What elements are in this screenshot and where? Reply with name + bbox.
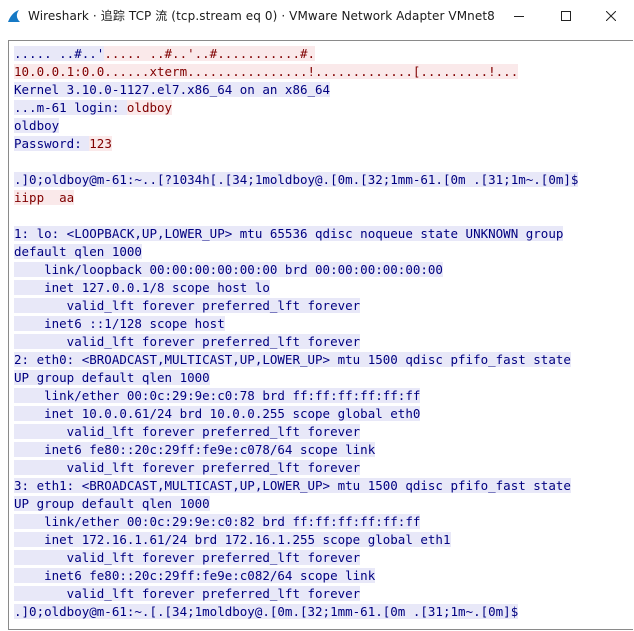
- client-data-segment: 123: [89, 136, 112, 151]
- stream-line: link/loopback 00:00:00:00:00:00 brd 00:0…: [14, 261, 633, 279]
- server-data-segment: inet6 fe80::20c:29ff:fe9e:c082/64 scope …: [14, 568, 376, 583]
- server-data-segment: inet6 fe80::20c:29ff:fe9e:c078/64 scope …: [14, 442, 376, 457]
- stream-line: inet6 ::1/128 scope host: [14, 315, 633, 333]
- close-icon: [605, 6, 617, 25]
- stream-line: valid_lft forever preferred_lft forever: [14, 297, 633, 315]
- client-data-segment: ..... ..#..'..#...........#.: [104, 46, 316, 61]
- close-button[interactable]: [588, 0, 634, 30]
- client-data-segment: 10.0.0.1:0.0......xterm................!…: [14, 64, 519, 79]
- stream-line: .]0;oldboy@m-61:~..[?1034h[.[34;1moldboy…: [14, 171, 633, 189]
- server-data-segment: .]0;oldboy@m-61:~.[.[34;1moldboy@.[0m.[3…: [14, 604, 519, 619]
- stream-line: inet 172.16.1.61/24 brd 172.16.1.255 sco…: [14, 531, 633, 549]
- stream-line: link/ether 00:0c:29:9e:c0:78 brd ff:ff:f…: [14, 387, 633, 405]
- stream-line: inet 10.0.0.61/24 brd 10.0.0.255 scope g…: [14, 405, 633, 423]
- server-data-segment: default qlen 1000: [14, 244, 142, 259]
- server-data-segment: valid_lft forever preferred_lft forever: [14, 334, 361, 349]
- stream-line: inet6 fe80::20c:29ff:fe9e:c082/64 scope …: [14, 567, 633, 585]
- server-data-segment: inet6 ::1/128 scope host: [14, 316, 225, 331]
- server-data-segment: UP group default qlen 1000: [14, 496, 210, 511]
- stream-line: .]0;oldboy@m-61:~.[.[34;1moldboy@.[0m.[3…: [14, 603, 633, 621]
- window-title: Wireshark · 追踪 TCP 流 (tcp.stream eq 0) ·…: [28, 9, 495, 23]
- server-data-segment: UP group default qlen 1000: [14, 370, 210, 385]
- stream-line: UP group default qlen 1000: [14, 495, 633, 513]
- server-data-segment: valid_lft forever preferred_lft forever: [14, 550, 361, 565]
- server-data-segment: link/ether 00:0c:29:9e:c0:78 brd ff:ff:f…: [14, 388, 421, 403]
- stream-line: Kernel 3.10.0-1127.el7.x86_64 on an x86_…: [14, 81, 633, 99]
- server-data-segment: ..... ..#..': [14, 46, 105, 61]
- minimize-button[interactable]: [496, 0, 542, 30]
- maximize-button[interactable]: [543, 0, 589, 30]
- minimize-icon: [514, 6, 524, 25]
- client-data-segment: oldboy: [126, 100, 173, 115]
- stream-line: 2: eth0: <BROADCAST,MULTICAST,UP,LOWER_U…: [14, 351, 633, 369]
- stream-line: valid_lft forever preferred_lft forever: [14, 333, 633, 351]
- stream-line: valid_lft forever preferred_lft forever: [14, 459, 633, 477]
- server-data-segment: inet 172.16.1.61/24 brd 172.16.1.255 sco…: [14, 532, 451, 547]
- server-data-segment: inet 127.0.0.1/8 scope host lo: [14, 280, 270, 295]
- stream-line: ..... ..#..'..... ..#..'..#...........#.: [14, 45, 633, 63]
- stream-line: valid_lft forever preferred_lft forever: [14, 423, 633, 441]
- stream-line: 1: lo: <LOOPBACK,UP,LOWER_UP> mtu 65536 …: [14, 225, 633, 243]
- server-data-segment: valid_lft forever preferred_lft forever: [14, 298, 361, 313]
- stream-line: UP group default qlen 1000: [14, 369, 633, 387]
- stream-line: valid_lft forever preferred_lft forever: [14, 585, 633, 603]
- stream-line: 3: eth1: <BROADCAST,MULTICAST,UP,LOWER_U…: [14, 477, 633, 495]
- stream-line: [14, 153, 633, 171]
- stream-content: ..... ..#..'..... ..#..'..#...........#.…: [14, 45, 633, 621]
- maximize-icon: [561, 6, 571, 25]
- stream-line: 10.0.0.1:0.0......xterm................!…: [14, 63, 633, 81]
- server-data-segment: valid_lft forever preferred_lft forever: [14, 424, 361, 439]
- stream-line: inet6 fe80::20c:29ff:fe9e:c078/64 scope …: [14, 441, 633, 459]
- stream-line: iipp aa: [14, 189, 633, 207]
- stream-line: ...m-61 login: oldboy: [14, 99, 633, 117]
- stream-line: valid_lft forever preferred_lft forever: [14, 549, 633, 567]
- stream-line: link/ether 00:0c:29:9e:c0:82 brd ff:ff:f…: [14, 513, 633, 531]
- server-data-segment: Password:: [14, 136, 90, 151]
- title-bar[interactable]: Wireshark · 追踪 TCP 流 (tcp.stream eq 0) ·…: [0, 0, 634, 30]
- server-data-segment: 1: lo: <LOOPBACK,UP,LOWER_UP> mtu 65536 …: [14, 226, 564, 241]
- stream-line: oldboy: [14, 117, 633, 135]
- stream-line: [14, 207, 633, 225]
- wireshark-fin-icon: [7, 8, 21, 22]
- client-data-segment: iipp aa: [14, 190, 75, 205]
- server-data-segment: valid_lft forever preferred_lft forever: [14, 460, 361, 475]
- stream-line: inet 127.0.0.1/8 scope host lo: [14, 279, 633, 297]
- stream-line: default qlen 1000: [14, 243, 633, 261]
- server-data-segment: link/loopback 00:00:00:00:00:00 brd 00:0…: [14, 262, 443, 277]
- server-data-segment: ...m-61 login:: [14, 100, 127, 115]
- server-data-segment: Kernel 3.10.0-1127.el7.x86_64 on an x86_…: [14, 82, 331, 97]
- stream-line: Password: 123: [14, 135, 633, 153]
- server-data-segment: .]0;oldboy@m-61:~..[?1034h[.[34;1moldboy…: [14, 172, 579, 187]
- server-data-segment: 2: eth0: <BROADCAST,MULTICAST,UP,LOWER_U…: [14, 352, 571, 367]
- server-data-segment: inet 10.0.0.61/24 brd 10.0.0.255 scope g…: [14, 406, 421, 421]
- server-data-segment: valid_lft forever preferred_lft forever: [14, 586, 361, 601]
- stream-text-view[interactable]: ..... ..#..'..... ..#..'..#...........#.…: [8, 40, 633, 630]
- server-data-segment: link/ether 00:0c:29:9e:c0:82 brd ff:ff:f…: [14, 514, 421, 529]
- server-data-segment: 3: eth1: <BROADCAST,MULTICAST,UP,LOWER_U…: [14, 478, 571, 493]
- server-data-segment: oldboy: [14, 118, 60, 133]
